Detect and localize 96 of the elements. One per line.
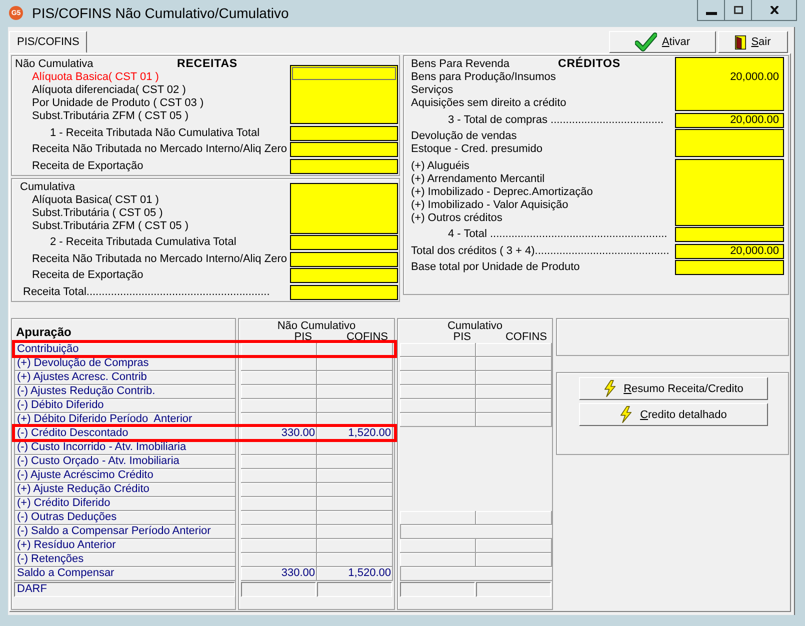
field-label: Estoque - Cred. presumido [411, 143, 542, 156]
table-cell: (-) Outras Deduções [14, 511, 235, 525]
field-value: 20,000.00 [730, 244, 779, 258]
field-label: (+) Aluguéis [411, 160, 470, 172]
table-cell: (-) Ajuste Acréscimo Crédito [14, 469, 235, 483]
input-field[interactable]: 20,000.00 [675, 57, 784, 111]
field-label: (+) Imobilizado - Valor Aquisição [411, 198, 568, 212]
lightning-icon [604, 380, 616, 397]
field-label: Receita Não Tributada no Mercado Interno/Aliq Zero [32, 252, 287, 266]
tab[interactable]: PIS/COFINS [9, 31, 88, 53]
section-title: Não Cumulativa [15, 58, 94, 71]
table-cell: (-) Custo Incorrido - Atv. Imobiliaria [14, 441, 235, 455]
input-field[interactable] [290, 235, 398, 250]
section-heading: CRÉDITOS [558, 58, 622, 71]
column-header: COFINS [345, 332, 389, 342]
column-heading: Não Cumulativo [277, 320, 356, 332]
window-title: PIS/COFINS Não Cumulativo/Cumulativo [32, 5, 289, 22]
check-icon [634, 32, 657, 52]
input-field[interactable] [675, 260, 784, 275]
table-cell: (+) Crédito Diferido [14, 497, 235, 511]
table-cell: DARF [14, 582, 235, 597]
table-cell: (+) Resíduo Anterior [14, 539, 235, 553]
input-field[interactable] [290, 268, 398, 283]
input-field[interactable] [675, 227, 784, 242]
field-label: 4 - Total .......................................................... [448, 228, 668, 241]
table-cell: (+) Débito Diferido Período Anterior [14, 413, 235, 427]
table-cell: (+) Ajustes Acresc. Contrib [14, 371, 235, 385]
input-field[interactable] [675, 158, 784, 226]
table-cell: (-) Ajustes Redução Contrib. [14, 385, 235, 399]
table-cell: (-) Custo Orçado - Atv. Imobiliaria [14, 455, 235, 469]
value-cell: 1,520.00 [317, 427, 393, 441]
field-label: Subst.Tributária ZFM ( CST 05 ) [32, 220, 188, 232]
column-heading: Apuração [16, 325, 72, 339]
table-cell: (-) Saldo a Compensar Período Anterior [14, 525, 235, 539]
maximize-icon [734, 6, 742, 14]
field-label: Base total por Unidade de Produto [411, 261, 580, 274]
field-label: (+) Imobilizado - Deprec.Amortização [411, 186, 593, 198]
door-icon [735, 34, 746, 50]
table-cell: (-) Débito Diferido [14, 399, 235, 413]
close-button[interactable] [751, 0, 797, 21]
activate-button[interactable]: Ativar [609, 31, 716, 53]
table-cell: (-) Retenções [14, 553, 235, 567]
minimize-icon [706, 12, 716, 15]
input-field[interactable] [290, 252, 398, 266]
column-header: PIS [293, 332, 313, 342]
table-cell: (+) Devolução de Compras [14, 357, 235, 371]
field-label: Total dos créditos ( 3 + 4)............................................ [411, 244, 670, 258]
action-button[interactable]: Credito detalhado [579, 403, 768, 426]
field-label: Bens para Produção/Insumos [411, 71, 556, 84]
value-cell: 330.00 [241, 567, 317, 581]
column-heading: Cumulativo [447, 320, 503, 332]
input-field[interactable] [290, 158, 398, 174]
value-cell: 330.00 [241, 427, 317, 441]
field-label: Devolução de vendas [411, 130, 517, 143]
field-label: (+) Outros créditos [411, 212, 502, 224]
field-label: (+) Arrendamento Mercantil [411, 172, 545, 186]
input-field[interactable] [290, 65, 398, 124]
field-label: Serviços [411, 84, 454, 97]
exit-button[interactable]: Sair [718, 31, 788, 53]
field-label: Bens Para Revenda [411, 58, 510, 71]
table-cell: Contribuição [14, 343, 235, 357]
input-field[interactable] [290, 142, 398, 157]
field-label: Por Unidade de Produto ( CST 03 ) [32, 97, 204, 110]
field-label: Subst.Tributária ZFM ( CST 05 ) [32, 110, 188, 123]
field-label: Receita Não Tributada no Mercado Interno/Aliq Zero [32, 143, 287, 156]
field-label: Alíquota Basica( CST 01 ) [32, 194, 159, 206]
field-value: 20,000.00 [730, 71, 779, 84]
field-label: Alíquota diferenciada( CST 02 ) [32, 84, 186, 97]
table-cell: (-) Crédito Descontado [14, 427, 235, 441]
input-field[interactable] [290, 182, 398, 234]
field-label: Receita de Exportação [32, 160, 144, 172]
value-cell: 1,520.00 [317, 567, 393, 581]
input-field[interactable]: 20,000.00 [675, 112, 784, 128]
field-label: 3 - Total de compras ..................................... [448, 114, 664, 126]
field-label: 2 - Receita Tributada Cumulativa Total [50, 236, 236, 249]
minimize-button[interactable] [697, 0, 725, 21]
field-label: 1 - Receita Tributada Não Cumulativa Total [50, 126, 260, 140]
table-cell: Saldo a Compensar [14, 567, 235, 581]
field-label: Alíquota Basica( CST 01 ) [32, 71, 159, 84]
input-field[interactable]: 20,000.00 [675, 244, 784, 258]
action-button[interactable]: Resumo Receita/Credito [579, 377, 768, 400]
lightning-icon [620, 406, 632, 423]
input-field[interactable] [290, 284, 398, 300]
section-heading: RECEITAS [177, 58, 238, 71]
section-title: Cumulativa [20, 180, 76, 194]
table-cell: (+) Ajuste Redução Crédito [14, 483, 235, 497]
column-header: COFINS [504, 332, 548, 342]
field-label: Receita Total............................................................ [23, 286, 270, 298]
input-field[interactable] [675, 129, 784, 157]
close-icon [770, 6, 778, 14]
field-value: 20,000.00 [730, 114, 779, 126]
field-label: Subst.Tributária ( CST 05 ) [32, 206, 163, 220]
field-label: Receita de Exportação [32, 269, 144, 282]
field-label: Aquisições sem direito a crédito [411, 97, 566, 110]
column-header: PIS [452, 332, 472, 342]
input-field[interactable] [290, 126, 398, 140]
